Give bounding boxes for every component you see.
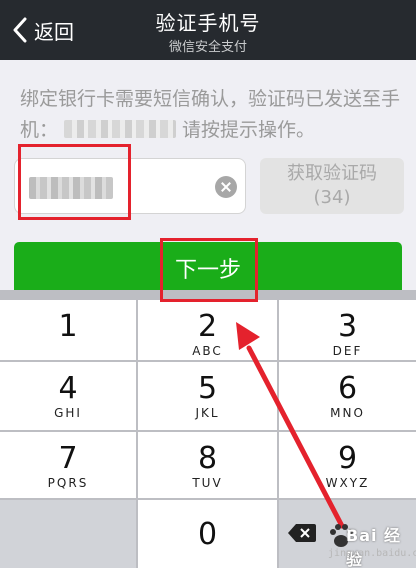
key-letters: GHI	[54, 406, 82, 420]
key-0[interactable]: 0	[138, 500, 277, 568]
instruction-text-end: 请按提示操作。	[182, 119, 316, 141]
countdown-label: (34)	[313, 187, 351, 208]
key-letters: MNO	[330, 406, 365, 420]
annotation-box-code	[18, 144, 131, 220]
annotation-box-next	[160, 238, 258, 302]
key-9[interactable]: 9 WXYZ	[279, 432, 416, 498]
watermark: Bai 经验 jingyan.baidu.com	[326, 520, 416, 568]
key-2[interactable]: 2 ABC	[138, 300, 277, 360]
key-digit: 4	[58, 371, 78, 406]
key-8[interactable]: 8 TUV	[138, 432, 277, 498]
navigation-bar: 返回 验证手机号 微信安全支付	[0, 0, 416, 60]
key-1[interactable]: 1	[0, 300, 136, 360]
get-code-button[interactable]: 获取验证码 (34)	[260, 158, 404, 214]
key-letters: ABC	[192, 344, 223, 358]
key-digit: 2	[197, 309, 218, 344]
key-7[interactable]: 7 PQRS	[0, 432, 136, 498]
key-letters: JKL	[195, 406, 220, 420]
key-digit: 5	[197, 371, 218, 406]
key-digit: 8	[197, 441, 218, 476]
key-digit: 0	[197, 517, 218, 552]
key-digit: 6	[337, 371, 358, 406]
key-letters: DEF	[332, 344, 363, 358]
key-5[interactable]: 5 JKL	[138, 362, 277, 430]
key-letters: PQRS	[47, 476, 89, 490]
key-letters: WXYZ	[325, 476, 370, 490]
masked-phone-number	[64, 120, 177, 138]
key-digit: 9	[337, 441, 358, 476]
get-code-label: 获取验证码	[287, 163, 377, 184]
key-letters: TUV	[192, 476, 223, 490]
page-title: 验证手机号	[155, 11, 261, 35]
key-digit: 1	[58, 309, 78, 344]
watermark-brand: Bai 经验	[346, 526, 402, 568]
backspace-icon	[288, 524, 316, 542]
key-4[interactable]: 4 GHI	[0, 362, 136, 430]
key-blank	[0, 500, 136, 568]
key-3[interactable]: 3 DEF	[279, 300, 416, 360]
key-digit: 3	[337, 309, 358, 344]
key-digit: 7	[58, 441, 78, 476]
sms-instruction: 绑定银行卡需要短信确认，验证码已发送至手机： 请按提示操作。	[20, 84, 400, 146]
key-6[interactable]: 6 MNO	[279, 362, 416, 430]
page-subtitle: 微信安全支付	[168, 40, 247, 55]
watermark-site: jingyan.baidu.com	[328, 548, 416, 559]
clear-icon[interactable]	[215, 176, 237, 198]
